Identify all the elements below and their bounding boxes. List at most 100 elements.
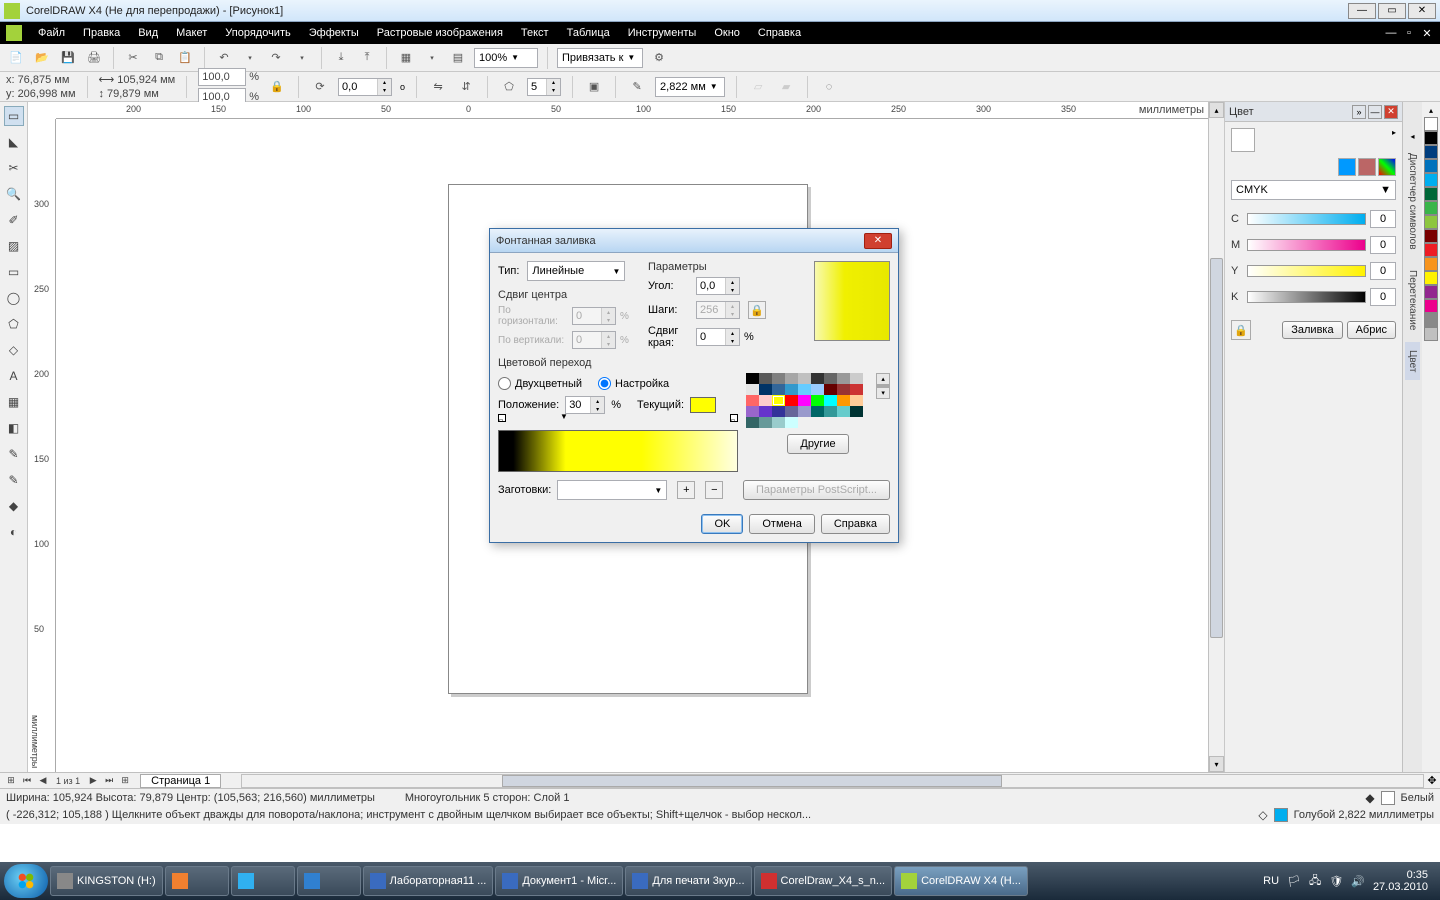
k-value[interactable]: 0 <box>1370 288 1396 306</box>
docker-header[interactable]: Цвет » — ✕ <box>1225 102 1402 122</box>
to-back-icon[interactable]: ▰ <box>776 77 796 97</box>
menu-view[interactable]: Вид <box>130 25 166 41</box>
zoom-combo[interactable]: 100%▼ <box>474 48 538 68</box>
palette-swatch[interactable] <box>1424 117 1438 131</box>
menu-effects[interactable]: Эффекты <box>301 25 367 41</box>
gradient-marker[interactable]: ▫ <box>498 414 506 422</box>
app-launcher-icon[interactable]: ▤ <box>448 48 468 68</box>
menu-layout[interactable]: Макет <box>168 25 215 41</box>
hscroll-track[interactable] <box>241 774 1424 788</box>
mini-palette-swatch[interactable] <box>824 395 837 406</box>
tab-blend[interactable]: Перетекание <box>1405 262 1420 338</box>
mini-palette-swatch[interactable] <box>759 384 772 395</box>
eyedropper-tool[interactable]: ✎ <box>4 444 24 464</box>
viewers-mode-icon[interactable] <box>1358 158 1376 176</box>
paste-icon[interactable]: 📋 <box>175 48 195 68</box>
last-page-icon[interactable]: ⏭ <box>102 774 116 788</box>
outline-tool[interactable]: ✎ <box>4 470 24 490</box>
taskbar-item[interactable]: CorelDraw_X4_s_n... <box>754 866 893 896</box>
taskbar-item[interactable] <box>165 866 229 896</box>
rectangle-tool[interactable]: ▭ <box>4 262 24 282</box>
mini-palette-swatch[interactable] <box>746 417 759 428</box>
mini-palette-swatch[interactable] <box>759 417 772 428</box>
open-icon[interactable]: 📂 <box>32 48 52 68</box>
table-tool[interactable]: ▦ <box>4 392 24 412</box>
mini-palette-swatch[interactable] <box>746 406 759 417</box>
tray-flag-icon[interactable]: 🏳 <box>1287 875 1301 888</box>
add-page-icon[interactable]: ⊞ <box>118 774 132 788</box>
mirror-v-icon[interactable]: ⇵ <box>456 77 476 97</box>
c-value[interactable]: 0 <box>1370 210 1396 228</box>
basic-shapes-tool[interactable]: ◇ <box>4 340 24 360</box>
lock-fill-icon[interactable]: 🔒 <box>1231 320 1251 340</box>
gradient-marker[interactable]: ▫ <box>730 414 738 422</box>
taskbar-item[interactable] <box>297 866 361 896</box>
mini-palette-swatch[interactable] <box>837 373 850 384</box>
ellipse-tool[interactable]: ◯ <box>4 288 24 308</box>
taskbar-item[interactable]: Для печати 3кур... <box>625 866 751 896</box>
palette-swatch[interactable] <box>1424 187 1438 201</box>
mdi-close[interactable]: ✕ <box>1420 27 1434 40</box>
redo-icon[interactable]: ↷ <box>266 48 286 68</box>
fill-swatch[interactable] <box>1381 791 1395 805</box>
mini-palette-swatch[interactable] <box>850 373 863 384</box>
palette-swatch[interactable] <box>1424 313 1438 327</box>
options-icon[interactable]: ⚙ <box>649 48 669 68</box>
mini-palette-swatch[interactable] <box>746 373 759 384</box>
mini-palette-swatch[interactable] <box>785 417 798 428</box>
y-value[interactable]: 0 <box>1370 262 1396 280</box>
mini-palette-swatch[interactable] <box>785 384 798 395</box>
palette-swatch[interactable] <box>1424 327 1438 341</box>
add-preset-button[interactable]: + <box>677 481 695 499</box>
mini-palette-swatch[interactable] <box>785 406 798 417</box>
mini-palette-swatch[interactable] <box>772 384 785 395</box>
shape-tool[interactable]: ◣ <box>4 132 24 152</box>
minimize-button[interactable]: — <box>1348 3 1376 19</box>
palette-swatch[interactable] <box>1424 243 1438 257</box>
mini-palette-swatch[interactable] <box>759 395 772 406</box>
sides-input[interactable]: 5▴▾ <box>527 78 561 96</box>
tray-volume-icon[interactable]: 🔊 <box>1351 875 1365 888</box>
scale-x-input[interactable]: 100,0 <box>198 68 246 86</box>
mini-palette-swatch[interactable] <box>850 406 863 417</box>
edge-input[interactable]: 0▴▾ <box>696 328 740 346</box>
copy-icon[interactable]: ⧉ <box>149 48 169 68</box>
publish-dd-icon[interactable]: ▾ <box>422 48 442 68</box>
menu-arrange[interactable]: Упорядочить <box>217 25 298 41</box>
apply-fill-button[interactable]: Заливка <box>1282 321 1342 339</box>
gradient-strip[interactable] <box>498 430 738 472</box>
pan-icon[interactable]: ✥ <box>1424 774 1440 787</box>
scroll-track[interactable] <box>1209 118 1224 756</box>
mini-palette-swatch[interactable] <box>811 373 824 384</box>
new-icon[interactable]: 📄 <box>6 48 26 68</box>
help-button[interactable]: Справка <box>821 514 890 534</box>
fill-tool[interactable]: ◆ <box>4 496 24 516</box>
zoom-tool[interactable]: 🔍 <box>4 184 24 204</box>
collapse-icon[interactable]: ⊞ <box>4 774 18 788</box>
taskbar-item[interactable]: KINGSTON (H:) <box>50 866 163 896</box>
redo-dd-icon[interactable]: ▾ <box>292 48 312 68</box>
docker-menu-icon[interactable]: » <box>1352 105 1366 119</box>
pick-tool[interactable]: ▭ <box>4 106 24 126</box>
mini-palette-swatch[interactable] <box>772 395 785 406</box>
cancel-button[interactable]: Отмена <box>749 514 814 534</box>
gradient-marker-selected[interactable]: ▼ <box>560 412 568 420</box>
mini-palette-swatch[interactable] <box>785 373 798 384</box>
scroll-up-icon[interactable]: ▴ <box>876 373 890 385</box>
scroll-down-icon[interactable]: ▾ <box>1209 756 1224 772</box>
tab-color[interactable]: Цвет <box>1405 342 1420 380</box>
start-button[interactable] <box>4 864 48 898</box>
lock-ratio-icon[interactable]: 🔒 <box>267 77 287 97</box>
mirror-h-icon[interactable]: ⇋ <box>428 77 448 97</box>
mini-palette-scroll[interactable]: ▴▾ <box>876 373 890 399</box>
mini-palette-swatch[interactable] <box>824 406 837 417</box>
palette-swatch[interactable] <box>1424 299 1438 313</box>
mini-palette-swatch[interactable] <box>785 395 798 406</box>
color-model-combo[interactable]: CMYK▼ <box>1231 180 1396 200</box>
taskbar-item[interactable]: CorelDRAW X4 (Н... <box>894 866 1028 896</box>
palette-swatch[interactable] <box>1424 159 1438 173</box>
mini-palette-swatch[interactable] <box>772 417 785 428</box>
prev-page-icon[interactable]: ◀ <box>36 774 50 788</box>
clock[interactable]: 0:35 27.03.2010 <box>1373 869 1428 893</box>
freehand-tool[interactable]: ✐ <box>4 210 24 230</box>
